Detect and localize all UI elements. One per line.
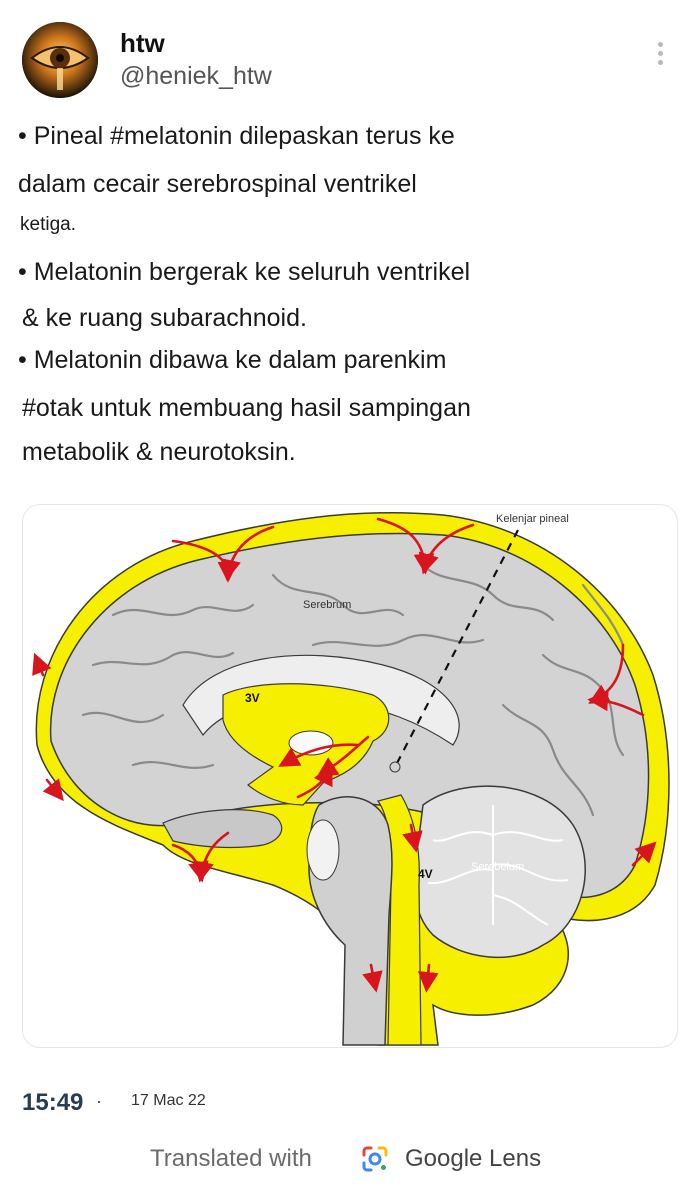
brain-diagram[interactable]: Kelenjar pineal Serebrum 3V 4V Serebelum — [22, 504, 678, 1048]
brain-illustration — [32, 511, 670, 1046]
eye-avatar-icon — [22, 22, 98, 98]
tweet-line: dalam cecair serebrospinal ventrikel — [18, 170, 417, 198]
label-cerebrum: Serebrum — [303, 599, 352, 611]
label-third-ventricle: 3V — [245, 691, 260, 705]
avatar[interactable] — [22, 22, 98, 98]
post-date: 17 Mac 22 — [131, 1092, 206, 1109]
more-vertical-icon[interactable] — [650, 38, 670, 72]
display-name[interactable]: htw — [120, 28, 165, 59]
tweet-line: • Pineal #melatonin dilepaskan terus ke — [18, 122, 455, 150]
tweet-line: metabolik & neurotoksin. — [22, 438, 296, 466]
tweet-line: #otak untuk membuang hasil sampingan — [22, 394, 471, 422]
label-fourth-ventricle: 4V — [418, 867, 433, 881]
translated-with-label: Translated with — [150, 1145, 312, 1172]
tweet-line: • Melatonin bergerak ke seluruh ventrike… — [18, 258, 471, 286]
tweet-line: • Melatonin dibawa ke dalam parenkim — [18, 346, 447, 374]
tweet-line: & ke ruang subarachnoid. — [22, 304, 307, 332]
label-cerebellum: Serebelum — [471, 861, 525, 873]
google-lens-label: Google Lens — [405, 1145, 542, 1172]
separator: · — [96, 1091, 102, 1111]
tweet-header: htw @heniek_htw — [0, 0, 698, 110]
tweet-line: ketiga. — [20, 214, 76, 235]
post-time: 15:49 — [22, 1089, 84, 1116]
translation-banner: Translated with Google Lens — [0, 1140, 698, 1180]
user-handle[interactable]: @heniek_htw — [120, 62, 272, 91]
google-lens-icon — [360, 1144, 390, 1174]
label-pineal: Kelenjar pineal — [496, 513, 569, 525]
